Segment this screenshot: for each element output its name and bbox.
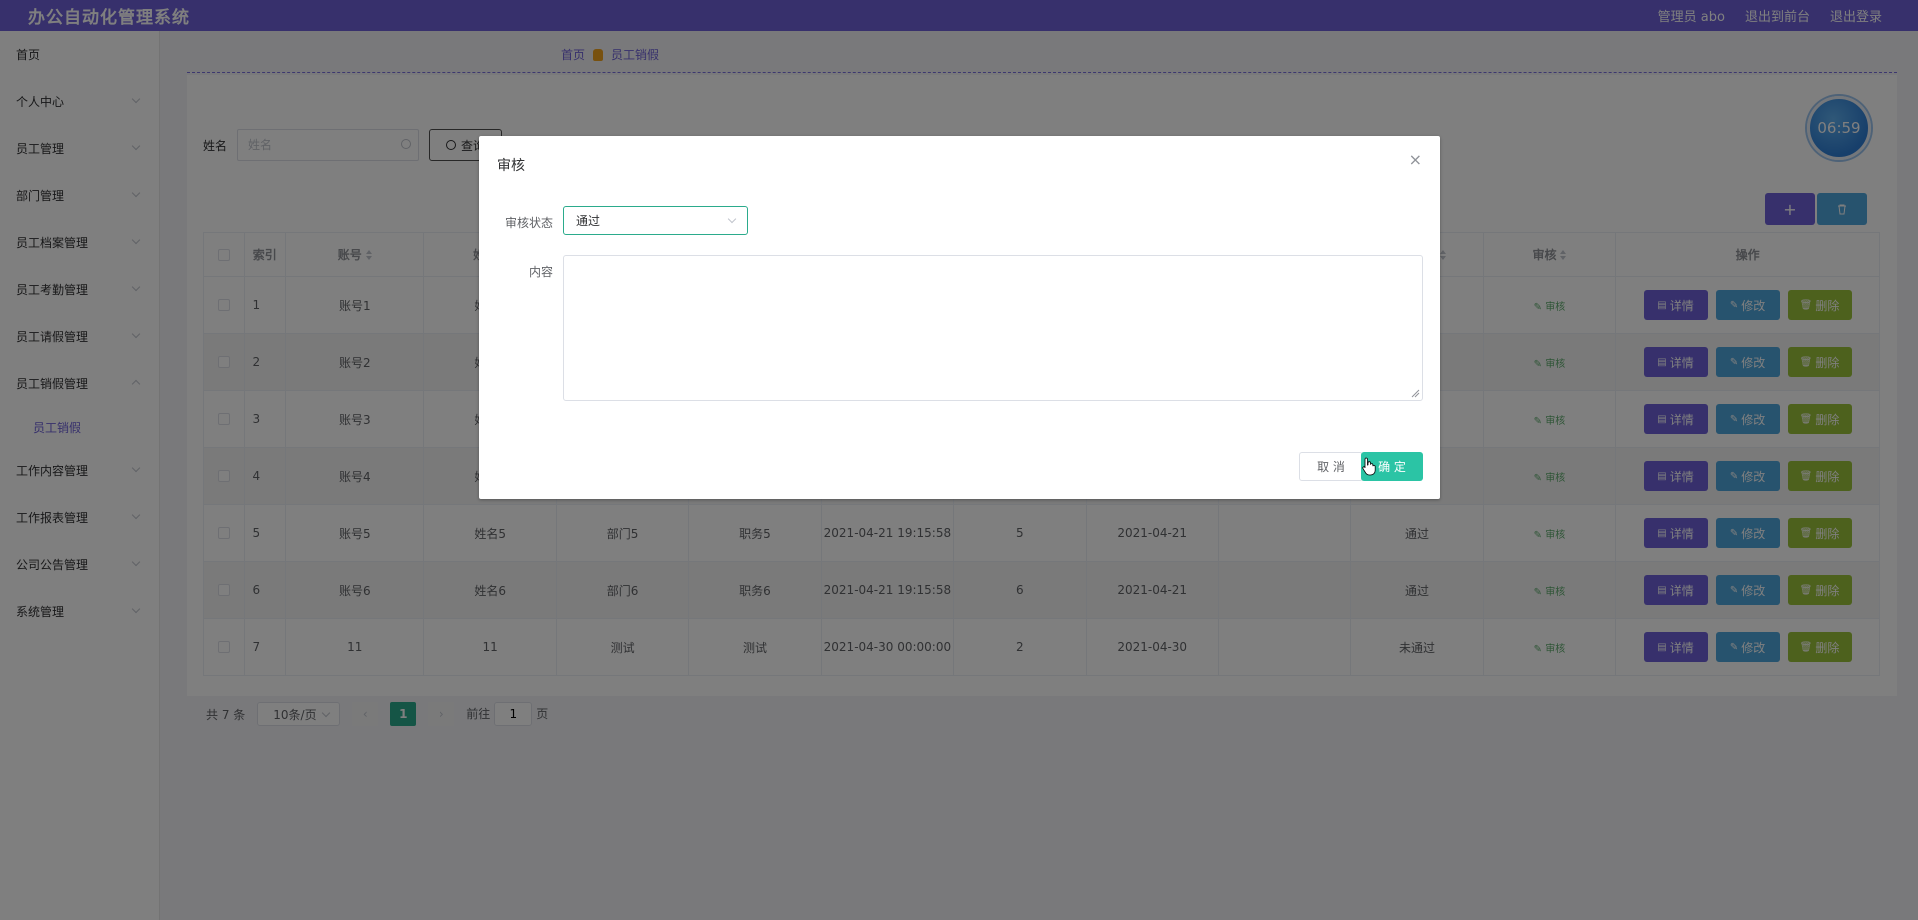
status-select-value: 通过 — [576, 214, 601, 228]
content-textarea[interactable] — [563, 255, 1423, 401]
content-label: 内容 — [528, 265, 553, 279]
confirm-button[interactable]: 确 定 — [1361, 452, 1423, 481]
audit-dialog: 审核 × 审核状态 通过 内容 取 消 确 定 — [479, 136, 1440, 499]
cancel-button[interactable]: 取 消 — [1299, 452, 1363, 481]
close-icon[interactable]: × — [1409, 152, 1422, 168]
chevron-down-icon — [727, 214, 737, 224]
dialog-title: 审核 — [497, 158, 525, 174]
status-label: 审核状态 — [504, 216, 553, 230]
status-select[interactable]: 通过 — [563, 206, 748, 235]
